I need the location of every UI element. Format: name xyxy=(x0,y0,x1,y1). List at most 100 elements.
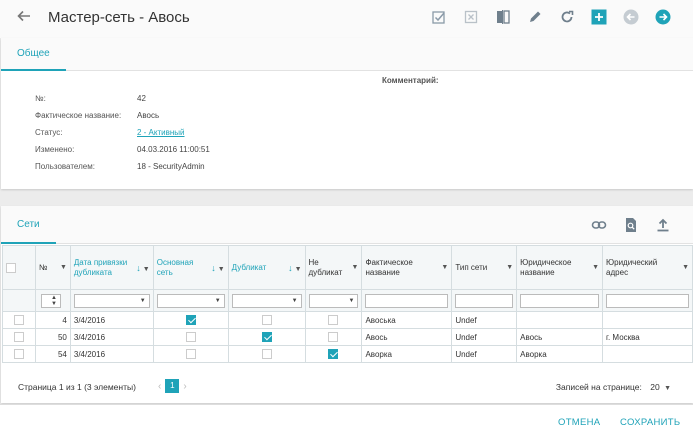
cell-main-network xyxy=(152,328,229,346)
tab-networks[interactable]: Сети xyxy=(1,206,56,244)
column-header-dup-date[interactable]: Дата привязки дубликата ↓ ▼ xyxy=(69,245,154,290)
main-network-checkbox[interactable] xyxy=(185,315,196,325)
row-select-checkbox[interactable] xyxy=(13,332,24,342)
column-header-number[interactable]: № ▼ xyxy=(34,245,71,290)
row-select-checkbox[interactable] xyxy=(13,349,24,359)
cell-main-network xyxy=(152,311,229,329)
add-button[interactable] xyxy=(591,9,607,25)
actual-name-filter[interactable] xyxy=(365,293,449,308)
refresh-button[interactable] xyxy=(559,9,575,25)
filter-caret-icon[interactable]: ▼ xyxy=(682,264,689,271)
apply-button[interactable] xyxy=(431,9,447,25)
column-header-legal-name[interactable]: Юридическое название ▼ xyxy=(516,245,604,290)
link-icon xyxy=(591,221,607,229)
cell-network-type: Undef xyxy=(451,345,518,363)
chevron-right-icon[interactable]: › xyxy=(183,381,186,392)
filter-caret-icon[interactable]: ▼ xyxy=(592,264,599,271)
main-network-checkbox[interactable] xyxy=(185,349,196,359)
cell-actual-name: Авось xyxy=(361,328,453,346)
chevron-down-icon[interactable]: ▼ xyxy=(664,385,671,392)
cell-actual-name: Авоська xyxy=(361,311,453,329)
filter-caret-icon[interactable]: ▼ xyxy=(143,266,150,273)
networks-tabbar: Сети xyxy=(1,206,693,244)
search-document-button[interactable] xyxy=(623,217,639,233)
row-select-cell xyxy=(2,345,36,363)
main-network-checkbox[interactable] xyxy=(185,332,196,342)
dup-date-filter[interactable]: ▼ xyxy=(73,293,150,308)
spinner-arrows-icon: ▲ ▼ xyxy=(50,294,57,307)
cell-legal-address xyxy=(602,311,693,329)
status-link[interactable]: 2 - Активный xyxy=(137,128,185,137)
field-value-user: 18 - SecurityAdmin xyxy=(137,162,205,171)
not-duplicate-filter[interactable]: ▼ xyxy=(308,293,359,308)
previous-record-button[interactable] xyxy=(623,9,639,25)
cell-legal-name xyxy=(516,311,604,329)
filter-caret-icon[interactable]: ▼ xyxy=(441,264,448,271)
not-duplicate-checkbox[interactable] xyxy=(328,332,339,342)
select-all-header[interactable] xyxy=(2,245,36,290)
not-duplicate-checkbox[interactable] xyxy=(328,315,339,325)
per-page-label: Записей на странице: xyxy=(555,382,642,392)
refresh-icon xyxy=(561,10,574,23)
field-label-user: Пользователем: xyxy=(35,162,95,171)
page-header: Мастер-сеть - Авось xyxy=(0,0,693,38)
sort-down-icon: ↓ xyxy=(288,262,293,273)
table-row[interactable]: 4 3/4/2016 Авоська Undef xyxy=(2,311,693,329)
cell-legal-name: Аворка xyxy=(516,345,604,363)
field-label-actual-name: Фактическое название: xyxy=(35,111,122,120)
column-header-actual-name[interactable]: Фактическое название ▼ xyxy=(361,245,453,290)
duplicate-checkbox[interactable] xyxy=(261,315,272,325)
column-header-legal-address[interactable]: Юридический адрес ▼ xyxy=(602,245,693,290)
edit-button[interactable] xyxy=(527,9,543,25)
chevron-left-icon[interactable]: ‹ xyxy=(158,381,161,392)
main-network-filter[interactable]: ▼ xyxy=(156,293,225,308)
tab-general[interactable]: Общее xyxy=(1,38,66,71)
filter-caret-icon[interactable]: ▼ xyxy=(295,266,302,273)
cell-legal-name: Авось xyxy=(516,328,604,346)
upload-icon xyxy=(657,218,669,232)
comment-label: Комментарий: xyxy=(382,76,439,85)
next-record-button[interactable] xyxy=(655,9,671,25)
filter-caret-icon[interactable]: ▼ xyxy=(218,266,225,273)
compare-button[interactable] xyxy=(495,9,511,25)
cell-duplicate xyxy=(227,328,306,346)
filter-caret-icon[interactable]: ▼ xyxy=(352,264,359,271)
per-page-value[interactable]: 20 xyxy=(650,382,659,392)
table-row[interactable]: 54 3/4/2016 Аворка Undef Аворка xyxy=(2,345,693,363)
duplicate-filter[interactable]: ▼ xyxy=(231,293,302,308)
upload-button[interactable] xyxy=(655,217,671,233)
network-type-filter[interactable] xyxy=(455,293,514,308)
row-select-checkbox[interactable] xyxy=(13,315,24,325)
column-header-main-network[interactable]: Основная сеть ↓ ▼ xyxy=(152,245,229,290)
column-header-network-type[interactable]: Тип сети ▼ xyxy=(451,245,518,290)
cell-dup-date: 3/4/2016 xyxy=(69,311,154,329)
discard-button[interactable] xyxy=(463,9,479,25)
not-duplicate-checkbox[interactable] xyxy=(328,349,339,359)
cancel-button[interactable]: ОТМЕНА xyxy=(558,417,600,428)
pager-info: Страница 1 из 1 (3 элементы) xyxy=(18,382,136,392)
number-spinner[interactable]: ▲ ▼ xyxy=(40,293,61,308)
toolbar xyxy=(415,9,671,25)
column-header-duplicate[interactable]: Дубликат ↓ ▼ xyxy=(227,245,306,290)
link-button[interactable] xyxy=(591,217,607,233)
table-row[interactable]: 50 3/4/2016 Авось Undef Авось г. Москва xyxy=(2,328,693,346)
filter-caret-icon[interactable]: ▼ xyxy=(60,264,67,271)
duplicate-checkbox[interactable] xyxy=(261,332,272,342)
page-title: Мастер-сеть - Авось xyxy=(48,9,190,26)
networks-card: Сети № ▼ Дата привязки дубликата ↓ ▼ Основн… xyxy=(1,206,693,403)
filter-caret-icon[interactable]: ▼ xyxy=(506,264,513,271)
per-page-selector[interactable]: Записей на странице: 20 ▼ xyxy=(556,382,671,392)
table-header-row: № ▼ Дата привязки дубликата ↓ ▼ Основная се… xyxy=(2,245,693,290)
chevron-down-icon: ▼ xyxy=(139,297,146,304)
duplicate-checkbox[interactable] xyxy=(261,349,272,359)
field-value-modified: 04.03.2016 11:00:51 xyxy=(137,145,210,154)
filter-cell-empty xyxy=(2,289,36,312)
column-header-not-duplicate[interactable]: Не дубликат ▼ xyxy=(304,245,363,290)
select-all-checkbox[interactable] xyxy=(6,262,16,273)
back-button[interactable] xyxy=(14,9,34,29)
legal-name-filter[interactable] xyxy=(520,293,600,308)
page-button-1[interactable]: 1 xyxy=(165,379,180,393)
legal-address-filter[interactable] xyxy=(606,293,689,308)
details-tabbar: Общее xyxy=(1,38,693,71)
save-button[interactable]: СОХРАНИТЬ xyxy=(620,417,680,428)
